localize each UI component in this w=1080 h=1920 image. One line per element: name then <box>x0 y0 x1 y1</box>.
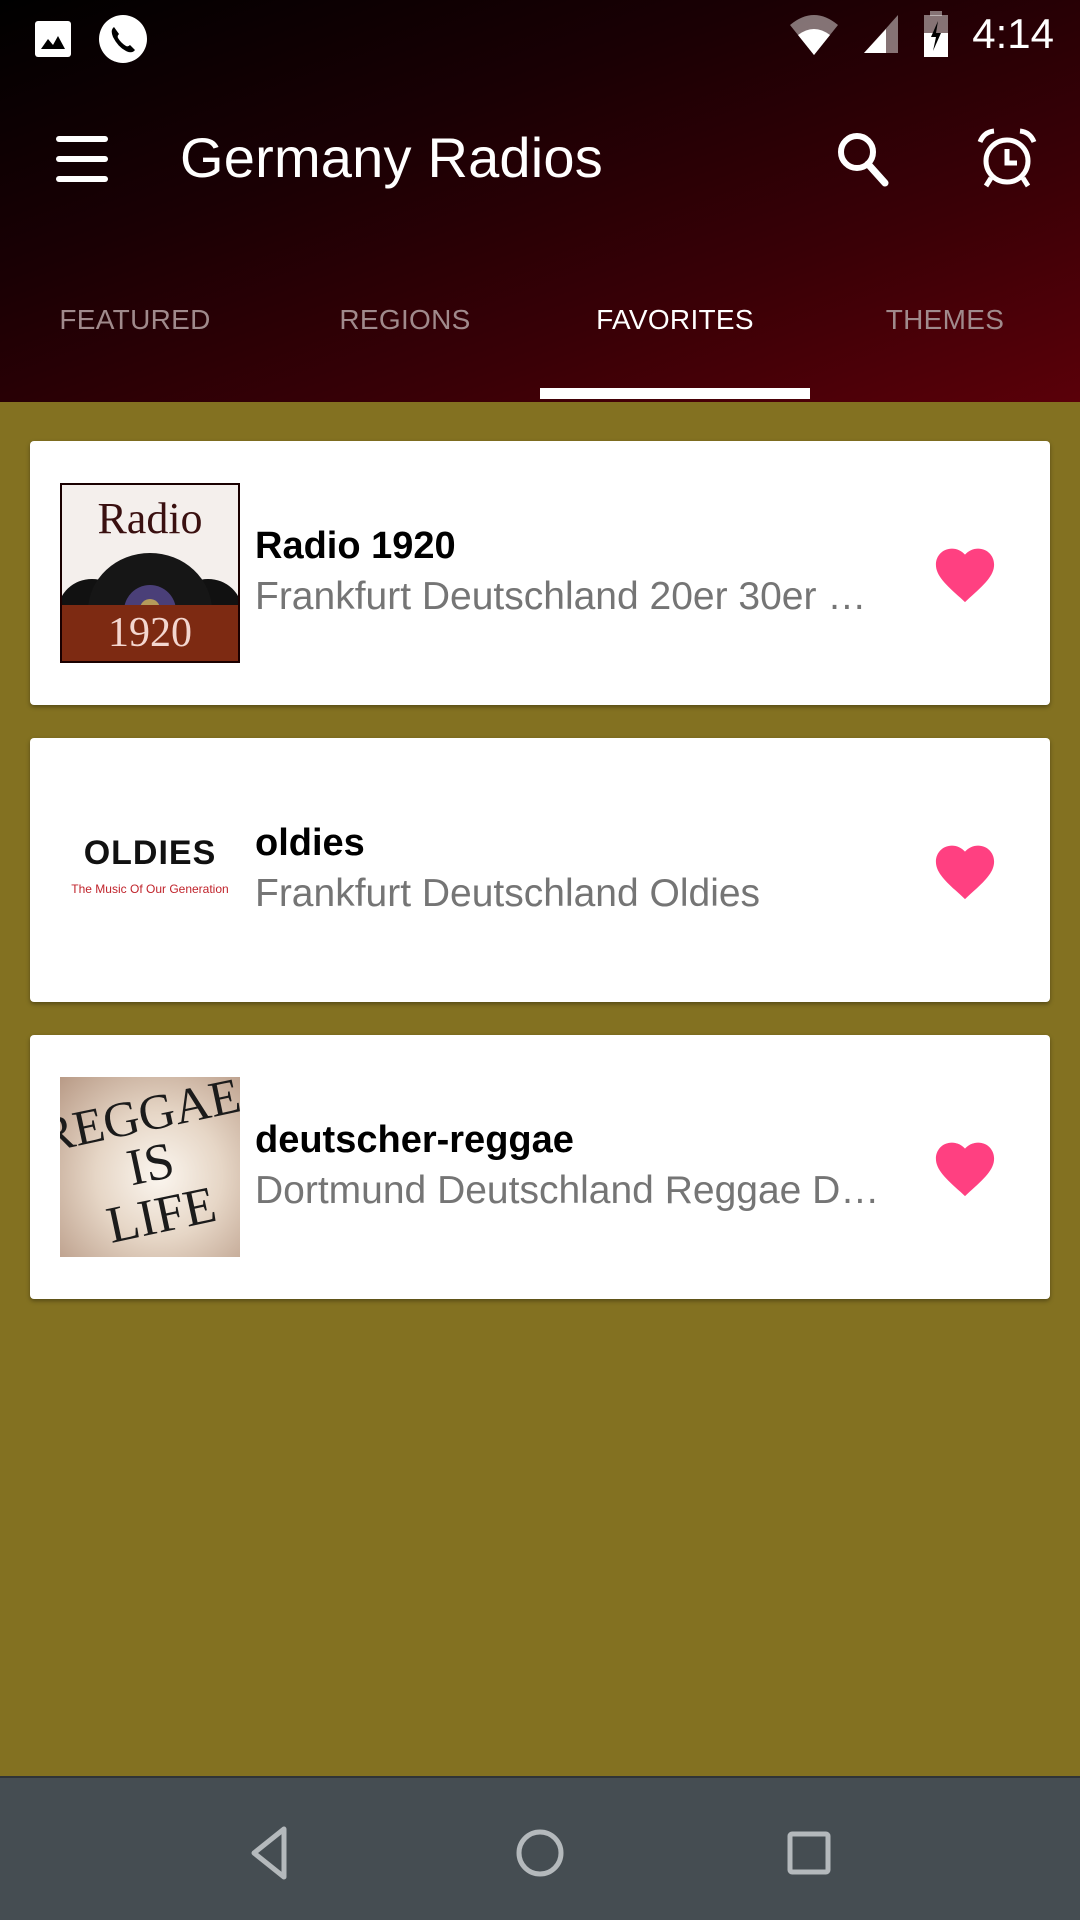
recents-button[interactable] <box>774 1818 844 1888</box>
station-card-deutscher-reggae[interactable]: REGGAE IS LIFE deutscher-reggae Dortmund… <box>30 1035 1050 1299</box>
image-notification-icon <box>35 21 71 57</box>
heart-icon <box>935 845 995 900</box>
heart-icon <box>935 548 995 603</box>
station-card-oldies[interactable]: OLDIES The Music Of Our Generation oldie… <box>30 738 1050 1002</box>
favorite-button[interactable] <box>930 541 1000 605</box>
cell-signal-icon <box>864 15 899 53</box>
logo-year: 1920 <box>108 610 192 656</box>
station-logo: OLDIES The Music Of Our Generation <box>60 780 240 960</box>
favorite-button[interactable] <box>930 1135 1000 1199</box>
logo-text: OLDIES <box>83 834 217 872</box>
battery-charging-icon <box>924 11 949 57</box>
station-name: oldies <box>255 822 365 864</box>
phone-call-icon <box>99 15 147 63</box>
tab-bar: FEATURED REGIONS FAVORITES THEMES <box>0 270 1080 402</box>
recents-icon <box>787 1831 831 1875</box>
menu-button[interactable] <box>50 130 120 190</box>
logo-text: Radio <box>97 494 203 543</box>
tab-regions[interactable]: REGIONS <box>270 270 540 402</box>
station-logo: REGGAE IS LIFE <box>60 1077 240 1257</box>
station-name: Radio 1920 <box>255 525 456 567</box>
favorites-list: Radio 1920 Radio 1920 Frankfurt Deutschl… <box>30 441 1050 1332</box>
clock: 4:14 <box>972 10 1054 57</box>
station-subtitle: Dortmund Deutschland Reggae Dancehall <box>255 1169 885 1212</box>
logo-tagline: The Music Of Our Generation <box>71 882 229 896</box>
tab-favorites[interactable]: FAVORITES <box>540 270 810 402</box>
home-button[interactable] <box>505 1818 575 1888</box>
page-title: Germany Radios <box>180 126 603 189</box>
record-graphic <box>62 553 238 611</box>
system-nav-bar <box>0 1776 1080 1920</box>
tab-themes[interactable]: THEMES <box>810 270 1080 402</box>
alarm-button[interactable] <box>972 124 1042 194</box>
home-icon <box>516 1829 564 1877</box>
alarm-clock-icon <box>977 128 1037 188</box>
back-button[interactable] <box>236 1818 306 1888</box>
back-icon <box>251 1826 287 1880</box>
station-card-radio-1920[interactable]: Radio 1920 Radio 1920 Frankfurt Deutschl… <box>30 441 1050 705</box>
heart-icon <box>935 1142 995 1197</box>
favorite-button[interactable] <box>930 838 1000 902</box>
search-icon <box>838 133 889 187</box>
toolbar: Germany Radios <box>0 100 1080 218</box>
search-button[interactable] <box>828 124 898 194</box>
app-bar: 4:14 Germany Radios FEATURED REGIONS FAV… <box>0 0 1080 402</box>
status-bar: 4:14 <box>0 0 1080 72</box>
station-logo: Radio 1920 <box>60 483 240 663</box>
station-subtitle: Frankfurt Deutschland 20er 30er Jahre <box>255 575 885 618</box>
station-subtitle: Frankfurt Deutschland Oldies <box>255 872 761 915</box>
tab-featured[interactable]: FEATURED <box>0 270 270 402</box>
station-name: deutscher-reggae <box>255 1119 574 1161</box>
wifi-icon <box>790 15 839 55</box>
